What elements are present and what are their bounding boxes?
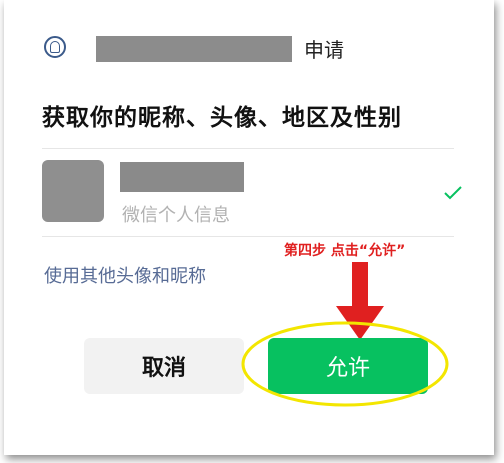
request-label: 申请 — [304, 38, 344, 62]
step-annotation: 第四步 点击“允许” — [284, 243, 406, 259]
divider-top — [42, 148, 454, 149]
divider-bottom — [42, 236, 454, 237]
app-logo-emblem — [50, 41, 60, 53]
app-logo-icon — [44, 36, 66, 58]
permission-title: 获取你的昵称、头像、地区及性别 — [42, 105, 402, 131]
avatar[interactable] — [42, 160, 104, 222]
cancel-button[interactable]: 取消 — [84, 338, 244, 394]
authorization-sheet: 申请 获取你的昵称、头像、地区及性别 微信个人信息 使用其他头像和昵称 第四步 … — [4, 0, 494, 455]
account-subtitle: 微信个人信息 — [122, 205, 230, 226]
use-other-avatar-link[interactable]: 使用其他头像和昵称 — [44, 262, 206, 288]
checkmark-icon — [444, 186, 462, 200]
screenshot-frame: 申请 获取你的昵称、头像、地区及性别 微信个人信息 使用其他头像和昵称 第四步 … — [4, 0, 494, 455]
highlight-ellipse — [241, 321, 449, 407]
nickname-redacted — [120, 162, 244, 192]
app-name-redacted — [96, 36, 292, 62]
